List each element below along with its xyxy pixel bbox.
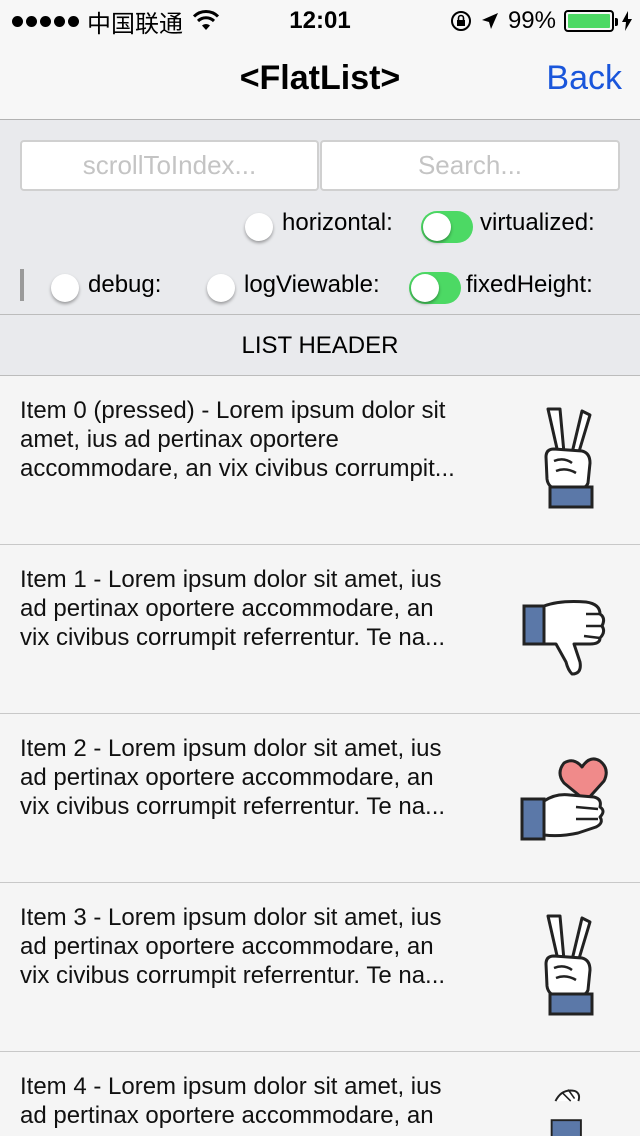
horizontal-label: horizontal: (282, 209, 393, 236)
scroll-indicator (20, 269, 24, 301)
list-item[interactable]: Item 2 - Lorem ipsum dolor sit amet, ius… (0, 714, 640, 883)
scroll-to-index-input[interactable]: scrollToIndex... (20, 140, 319, 191)
item-text: Item 1 - Lorem ipsum dolor sit amet, ius… (20, 566, 446, 651)
victory-hand-icon (544, 407, 594, 509)
status-bar: 中国联通 12:01 99% (0, 0, 640, 40)
navigation-bar: <FlatList> Back (0, 40, 640, 120)
orientation-lock-icon (450, 11, 471, 31)
item-text: Item 0 (pressed) - Lorem ipsum dolor sit… (20, 397, 455, 482)
battery-percent: 99% (507, 7, 556, 34)
battery-icon (564, 10, 618, 32)
back-button[interactable]: Back (546, 58, 622, 98)
list-item[interactable]: Item 0 (pressed) - Lorem ipsum dolor sit… (0, 376, 640, 545)
fixed-height-switch[interactable] (409, 272, 461, 304)
location-arrow-icon (481, 13, 498, 29)
list-item[interactable]: Item 4 - Lorem ipsum dolor sit amet, ius… (0, 1052, 640, 1136)
list-item[interactable]: Item 3 - Lorem ipsum dolor sit amet, ius… (0, 883, 640, 1052)
debug-label: debug: (88, 271, 162, 298)
search-input[interactable]: Search... (320, 140, 620, 191)
virtualized-label: virtualized: (480, 209, 595, 236)
list-header: LIST HEADER (0, 315, 640, 376)
item-text: Item 3 - Lorem ipsum dolor sit amet, ius… (20, 904, 446, 989)
item-text: Item 2 - Lorem ipsum dolor sit amet, ius… (20, 735, 446, 820)
charging-bolt-icon (622, 11, 632, 31)
page-title: <FlatList> (239, 59, 401, 97)
item-text: Item 4 - Lorem ipsum dolor sit amet, ius… (20, 1073, 442, 1129)
options-panel: scrollToIndex... Search... horizontal: v… (0, 120, 640, 315)
status-right: 99% (450, 6, 632, 36)
thumbs-down-icon (522, 600, 606, 676)
list-item[interactable]: Item 1 - Lorem ipsum dolor sit amet, ius… (0, 545, 640, 714)
bandaged-hand-icon (550, 1089, 582, 1136)
log-viewable-label: logViewable: (244, 271, 380, 298)
victory-hand-icon (544, 914, 594, 1016)
fixed-height-label: fixedHeight: (466, 271, 593, 298)
hand-heart-icon (520, 757, 608, 841)
virtualized-switch[interactable] (421, 211, 473, 243)
